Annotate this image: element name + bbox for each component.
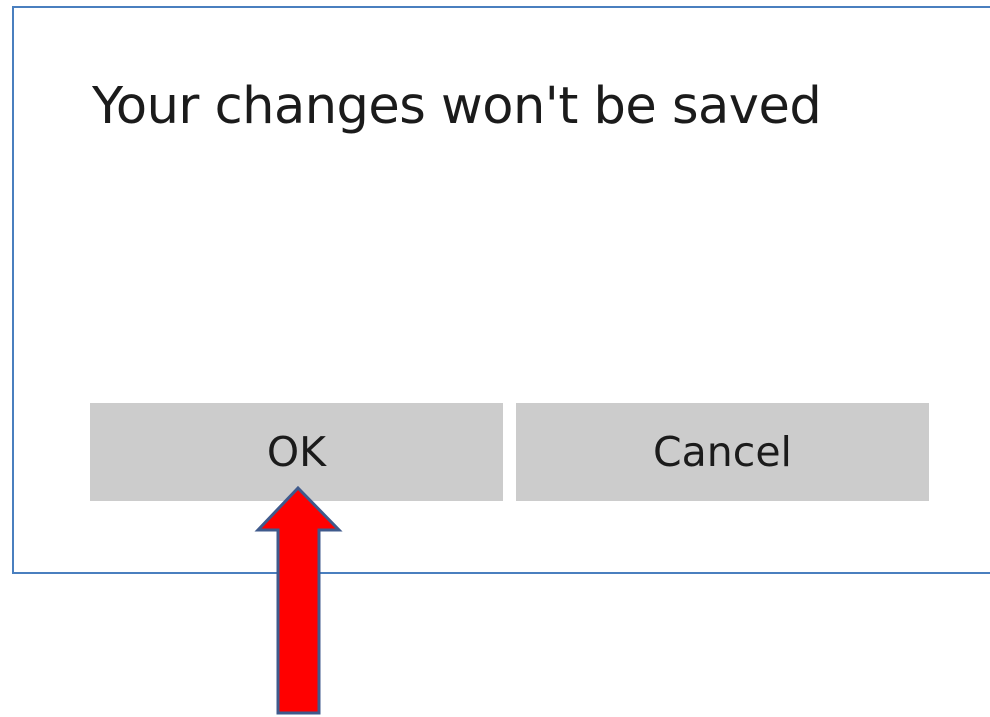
dialog-message: Your changes won't be saved [92,77,822,136]
dialog-window: Your changes won't be saved OK Cancel [12,6,990,574]
ok-button[interactable]: OK [90,403,503,501]
cancel-button[interactable]: Cancel [516,403,929,501]
